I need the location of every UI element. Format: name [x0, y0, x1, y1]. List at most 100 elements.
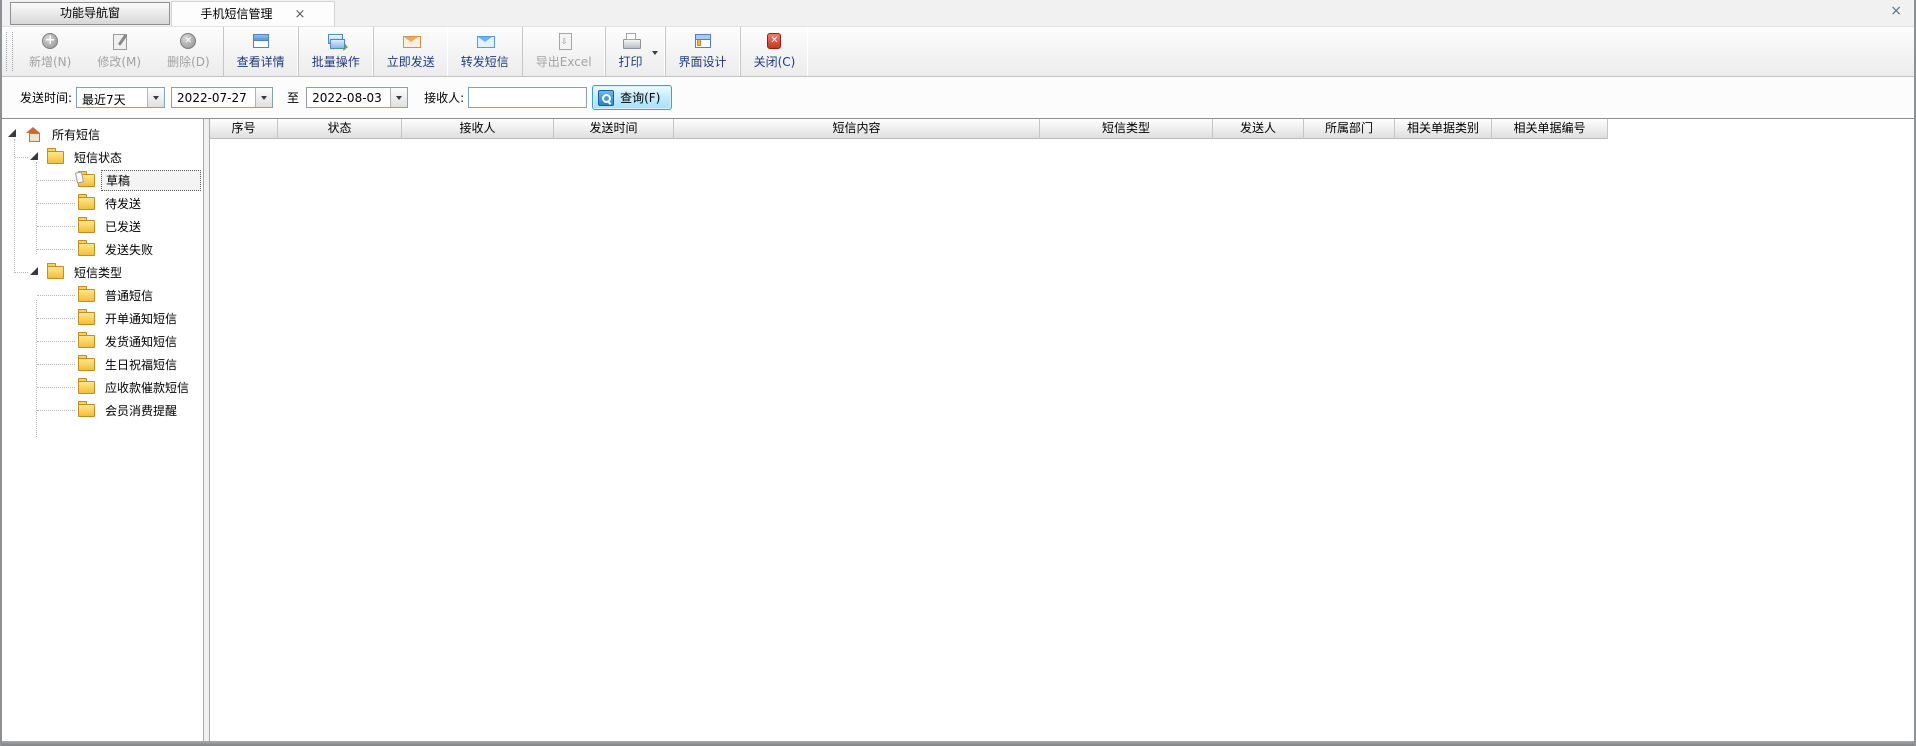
column-header[interactable]: 发送时间 [554, 119, 674, 139]
toolbar-button[interactable]: 导出Excel [522, 27, 605, 76]
tree-item[interactable]: 发货通知短信 [2, 330, 203, 353]
toolbar-button[interactable]: 立即发送 [373, 27, 448, 76]
tab-close-icon[interactable]: × [295, 3, 306, 27]
toolbar-button[interactable]: 新增(N) [16, 27, 84, 76]
folder-icon [78, 403, 95, 418]
edit-icon [110, 32, 128, 50]
query-button-label: 查询(F) [620, 89, 660, 106]
tree-item-label: 发送失败 [101, 239, 157, 260]
add-icon [41, 32, 59, 50]
panel-close-icon[interactable]: × [1890, 4, 1902, 18]
search-icon [598, 90, 614, 106]
column-header-label: 短信内容 [832, 121, 880, 135]
excel-icon [555, 32, 573, 50]
folder-icon [78, 219, 95, 234]
chevron-down-icon[interactable] [255, 88, 272, 107]
date-from-value: 2022-07-27 [172, 88, 255, 107]
folder-icon [78, 288, 95, 303]
tree-item-label: 待发送 [101, 193, 145, 214]
home-icon [25, 127, 42, 142]
toolbar-button-label: 界面设计 [679, 53, 727, 70]
tree-item[interactable]: 开单通知短信 [2, 307, 203, 330]
tree-item[interactable]: 所有短信 [2, 123, 203, 146]
toolbar-button[interactable]: 关闭(C) [740, 27, 809, 76]
column-header-label: 相关单据编号 [1513, 121, 1585, 135]
column-header[interactable]: 短信类型 [1040, 119, 1213, 139]
grid-body-empty [210, 139, 1914, 741]
tree-item-label: 草稿 [101, 170, 201, 191]
tree-item-label: 所有短信 [48, 124, 104, 145]
filter-bar: 发送时间: 最近7天 2022-07-27 至 2022-08-03 接收人: … [2, 77, 1914, 119]
receiver-input[interactable] [468, 87, 587, 108]
tree-item[interactable]: 普通短信 [2, 284, 203, 307]
column-header-label: 发送时间 [589, 121, 637, 135]
tab-label: 手机短信管理 [201, 7, 273, 21]
tree-item-label: 发货通知短信 [101, 331, 181, 352]
tree-item-label: 已发送 [101, 216, 145, 237]
toolbar-button-label: 转发短信 [461, 53, 509, 70]
tab[interactable]: 手机短信管理 × [171, 1, 335, 26]
tree-item[interactable]: 草稿 [2, 169, 203, 192]
column-header[interactable]: 相关单据编号 [1492, 119, 1608, 139]
window-bottom-edge [2, 741, 1914, 746]
send-time-label: 发送时间: [20, 89, 72, 106]
toolbar-button[interactable]: 界面设计 [665, 27, 740, 76]
toolbar: 新增(N) 修改(M) 删除(D) 查看详情 批量操作 立即发送 转发短信 [2, 26, 1914, 77]
column-header-label: 状态 [327, 121, 351, 135]
date-from-picker[interactable]: 2022-07-27 [171, 87, 273, 108]
query-button[interactable]: 查询(F) [592, 85, 672, 110]
tree-item[interactable]: 短信状态 [2, 146, 203, 169]
date-to-label: 至 [287, 89, 299, 106]
delete-icon [179, 32, 197, 50]
folder-icon [78, 380, 95, 395]
expand-arrow-icon[interactable] [30, 152, 38, 160]
toolbar-button[interactable]: 查看详情 [223, 27, 298, 76]
tree-item[interactable]: 待发送 [2, 192, 203, 215]
tree-item-label: 短信类型 [70, 262, 126, 283]
toolbar-button[interactable]: 删除(D) [154, 27, 223, 76]
toolbar-button[interactable]: 打印 [605, 27, 665, 76]
tree-item-label: 短信状态 [70, 147, 126, 168]
send-icon [402, 32, 420, 50]
grid-header-row: 序号 状态 接收人 发送时间 短信内容 短信类型 发送人 所属部门 [210, 119, 1914, 139]
expand-arrow-icon[interactable] [8, 129, 16, 137]
tree-item[interactable]: 应收款催款短信 [2, 376, 203, 399]
tree-grid-splitter[interactable] [203, 119, 210, 741]
folder-icon [78, 334, 95, 349]
column-header[interactable]: 相关单据类别 [1395, 119, 1492, 139]
column-header[interactable]: 所属部门 [1304, 119, 1395, 139]
toolbar-button-label: 新增(N) [29, 53, 71, 70]
tree-item[interactable]: 会员消费提醒 [2, 399, 203, 422]
column-header[interactable]: 接收人 [402, 119, 554, 139]
toolbar-grip-handle[interactable] [6, 32, 13, 71]
app-window: 功能导航窗 手机短信管理 × × 新增(N) 修改(M) 删除(D) 查看详情 批… [0, 0, 1916, 746]
tree-item[interactable]: 生日祝福短信 [2, 353, 203, 376]
tree-item[interactable]: 发送失败 [2, 238, 203, 261]
print-icon [622, 32, 640, 50]
column-header[interactable]: 状态 [278, 119, 402, 139]
chevron-down-icon[interactable] [390, 88, 407, 107]
folder-icon [78, 357, 95, 372]
toolbar-button[interactable]: 转发短信 [448, 27, 522, 76]
toolbar-button[interactable]: 修改(M) [84, 27, 154, 76]
column-header[interactable]: 序号 [210, 119, 278, 139]
sms-grid: 序号 状态 接收人 发送时间 短信内容 短信类型 发送人 所属部门 [210, 119, 1914, 741]
date-to-picker[interactable]: 2022-08-03 [306, 87, 408, 108]
folder-icon [47, 150, 64, 165]
toolbar-button-label: 查看详情 [237, 53, 285, 70]
expand-arrow-icon[interactable] [30, 267, 38, 275]
batch-icon [327, 32, 345, 50]
toolbar-button-label: 修改(M) [97, 53, 141, 70]
toolbar-button-label: 批量操作 [312, 53, 360, 70]
tree-item[interactable]: 短信类型 [2, 261, 203, 284]
toolbar-button[interactable]: 批量操作 [298, 27, 373, 76]
chevron-down-icon[interactable] [147, 88, 164, 107]
tab[interactable]: 功能导航窗 [10, 2, 170, 25]
tree-item[interactable]: 已发送 [2, 215, 203, 238]
date-range-preset-select[interactable]: 最近7天 [76, 87, 165, 108]
date-to-value: 2022-08-03 [307, 88, 390, 107]
folder-icon [47, 265, 64, 280]
column-header[interactable]: 发送人 [1213, 119, 1304, 139]
tree-item-label: 生日祝福短信 [101, 354, 181, 375]
column-header[interactable]: 短信内容 [674, 119, 1040, 139]
